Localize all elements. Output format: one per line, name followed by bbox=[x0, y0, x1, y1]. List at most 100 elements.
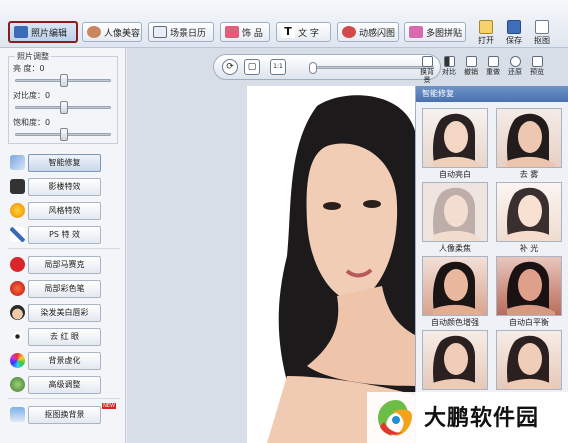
save-label: 保存 bbox=[506, 36, 522, 45]
effect-auto-color[interactable]: 自动颜色增强 bbox=[422, 256, 488, 330]
effect-label: 去 雾 bbox=[519, 170, 539, 179]
hair-dye-icon bbox=[10, 305, 25, 320]
rotate-button[interactable]: ⟳ bbox=[222, 59, 238, 75]
contrast-slider[interactable] bbox=[15, 101, 111, 114]
accessory-icon bbox=[225, 26, 239, 38]
tool-mosaic[interactable]: 局部马赛克 bbox=[10, 256, 120, 274]
undo-button[interactable]: 撤销 bbox=[461, 56, 481, 76]
undo-label: 撤销 bbox=[464, 68, 478, 76]
effect-thumb bbox=[496, 182, 562, 242]
ps-effect-icon bbox=[10, 227, 25, 242]
tool-smart-repair[interactable]: 智能修复 bbox=[10, 154, 120, 172]
divider bbox=[8, 248, 120, 249]
restore-button[interactable]: 还原 bbox=[505, 56, 525, 76]
contrast-value: 0 bbox=[45, 91, 51, 100]
saturation-value: 0 bbox=[45, 118, 51, 127]
compare-button[interactable]: 对比 bbox=[439, 56, 459, 76]
restore-icon bbox=[509, 56, 521, 67]
divider bbox=[8, 398, 120, 399]
tool-studio-effect[interactable]: 影楼特效 bbox=[10, 178, 120, 196]
redo-label: 重做 bbox=[486, 68, 500, 76]
photo-edit-icon bbox=[14, 26, 28, 38]
watermark-logo-icon bbox=[378, 400, 412, 436]
tab-label: 饰 品 bbox=[242, 28, 263, 39]
contrast-row: 对比度：0 bbox=[13, 90, 50, 101]
effects-title: 智能修复 bbox=[416, 86, 568, 102]
effect-dehaze[interactable]: 去 雾 bbox=[496, 108, 562, 182]
view-control-bar: ⟳ ▢ 1:1 bbox=[213, 54, 441, 80]
change-bg-button[interactable]: 换背景 bbox=[417, 56, 437, 84]
tab-collage[interactable]: 多图拼贴 bbox=[404, 22, 466, 42]
portrait-icon bbox=[87, 26, 101, 38]
photo-preview[interactable] bbox=[247, 86, 417, 443]
tab-portrait[interactable]: 人像美容 bbox=[82, 22, 142, 42]
effect-thumb bbox=[496, 108, 562, 168]
effects-panel: 智能修复 自动亮白 去 雾 人像柔焦 补 光 自动颜色增强 自动白平衡 bbox=[415, 86, 568, 443]
text-icon: T bbox=[281, 26, 295, 38]
tab-label: 文 字 bbox=[298, 28, 319, 39]
effect-thumb bbox=[422, 330, 488, 390]
tab-label: 人像美容 bbox=[104, 28, 141, 39]
tool-color-pen[interactable]: 局部彩色笔 bbox=[10, 280, 120, 298]
tool-label: 局部彩色笔 bbox=[28, 280, 101, 298]
canvas-area: ⟳ ▢ 1:1 换背景 对比 撤销 重做 还原 预览 智能修复 自动亮白 去 雾… bbox=[127, 48, 568, 443]
open-icon bbox=[479, 20, 493, 34]
tool-advanced-adjust[interactable]: 高级调整 bbox=[10, 376, 120, 394]
preview-button[interactable]: 预览 bbox=[527, 56, 547, 76]
tab-accessory[interactable]: 饰 品 bbox=[220, 22, 270, 42]
tool-red-eye[interactable]: 去 红 眼 bbox=[10, 328, 120, 346]
tool-label: 局部马赛克 bbox=[28, 256, 101, 274]
brightness-thumb[interactable] bbox=[60, 74, 68, 87]
mosaic-icon bbox=[10, 257, 25, 272]
watermark-text: 大鹏软件园 bbox=[424, 406, 540, 431]
effect-auto-white-balance[interactable]: 自动白平衡 bbox=[496, 256, 562, 330]
zoom-slider[interactable] bbox=[309, 62, 434, 74]
effect-label: 自动亮白 bbox=[439, 170, 471, 179]
cutout-button[interactable]: 抠图 bbox=[530, 20, 554, 46]
tool-ps-effect[interactable]: PS 特 效 bbox=[10, 226, 120, 244]
save-button[interactable]: 保存 bbox=[502, 20, 526, 46]
open-button[interactable]: 打开 bbox=[474, 20, 498, 46]
adjust-title: 照片调整 bbox=[15, 51, 51, 62]
calendar-icon bbox=[153, 26, 167, 38]
tool-hair-dye[interactable]: 染发美白唇彩 bbox=[10, 304, 120, 322]
effect-fill-light[interactable]: 补 光 bbox=[496, 182, 562, 256]
restore-label: 还原 bbox=[508, 68, 522, 76]
saturation-slider[interactable] bbox=[15, 128, 111, 141]
effect-auto-brighten[interactable]: 自动亮白 bbox=[422, 108, 488, 182]
actual-size-button[interactable]: 1:1 bbox=[270, 59, 286, 75]
change-bg-label: 换背景 bbox=[420, 68, 434, 84]
tab-calendar[interactable]: 场景日历 bbox=[148, 22, 214, 42]
effect-label: 自动白平衡 bbox=[509, 318, 549, 327]
preview-icon bbox=[531, 56, 543, 67]
effect-thumb bbox=[422, 182, 488, 242]
tab-label: 照片编辑 bbox=[31, 28, 68, 39]
actual-size-icon: 1:1 bbox=[273, 63, 283, 70]
tab-photo-edit[interactable]: 照片编辑 bbox=[8, 21, 78, 43]
tab-text[interactable]: T 文 字 bbox=[276, 22, 331, 42]
animation-icon bbox=[342, 26, 356, 38]
color-pen-icon bbox=[10, 281, 25, 296]
fit-button[interactable]: ▢ bbox=[244, 59, 260, 75]
effect-soft-focus[interactable]: 人像柔焦 bbox=[422, 182, 488, 256]
redo-button[interactable]: 重做 bbox=[483, 56, 503, 76]
brightness-label: 亮 度： bbox=[13, 64, 40, 73]
portrait-photo bbox=[247, 86, 417, 443]
saturation-thumb[interactable] bbox=[60, 128, 68, 141]
tab-label: 场景日历 bbox=[170, 28, 207, 39]
tab-label: 动感闪图 bbox=[359, 28, 396, 39]
tool-blur-bg[interactable]: 背景虚化 bbox=[10, 352, 120, 370]
watermark: 大鹏软件园 bbox=[367, 392, 568, 443]
tool-style-effect[interactable]: 风格特效 bbox=[10, 202, 120, 220]
brightness-slider[interactable] bbox=[15, 74, 111, 87]
effect-label: 自动颜色增强 bbox=[431, 318, 479, 327]
effect-label: 人像柔焦 bbox=[439, 244, 471, 253]
cutout-bg-icon bbox=[10, 407, 25, 422]
compare-label: 对比 bbox=[442, 68, 456, 76]
contrast-thumb[interactable] bbox=[60, 101, 68, 114]
tab-animation[interactable]: 动感闪图 bbox=[337, 22, 399, 42]
zoom-thumb[interactable] bbox=[309, 62, 317, 74]
tool-label: 抠图换背景 bbox=[28, 406, 101, 424]
tool-label: 智能修复 bbox=[28, 154, 101, 172]
tool-cutout-bg[interactable]: 抠图换背景 NEW bbox=[10, 403, 120, 424]
